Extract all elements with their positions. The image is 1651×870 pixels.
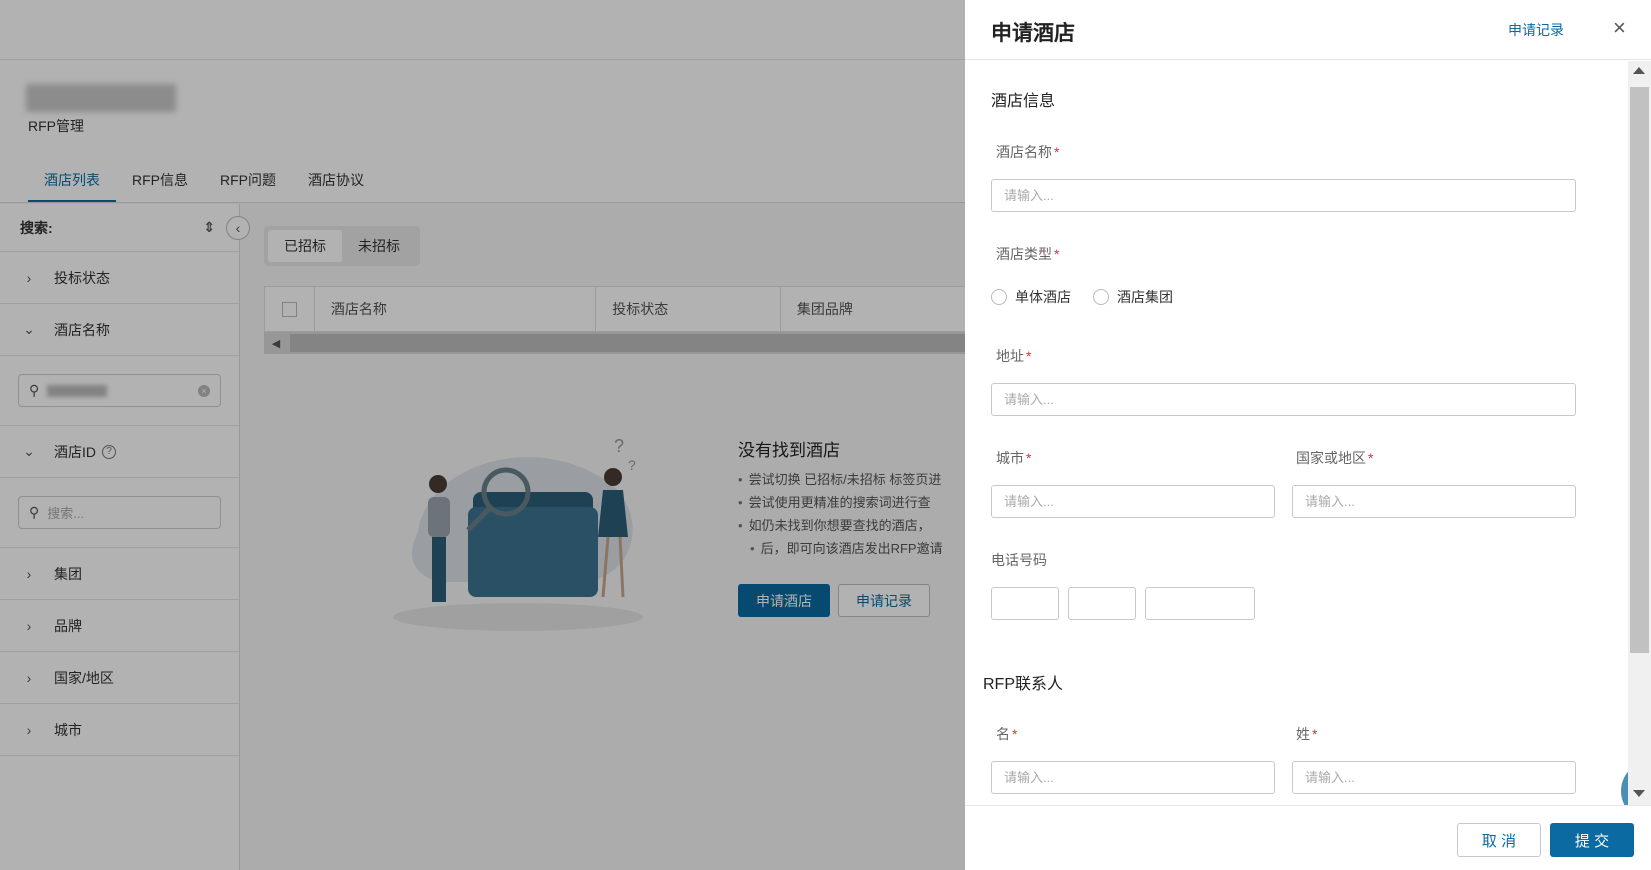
- first-name-input[interactable]: [991, 761, 1275, 794]
- apply-hotel-drawer: 申请酒店 申请记录 × 酒店信息 酒店名称* 酒店类型* 单体酒店 酒店集团 地…: [965, 0, 1651, 870]
- required-mark: *: [1012, 726, 1018, 742]
- city-label: 城市 *: [996, 448, 1031, 468]
- phone-number-input[interactable]: [1145, 587, 1255, 620]
- required-mark: *: [1026, 450, 1032, 466]
- radio-label: 单体酒店: [1015, 289, 1071, 305]
- country-input[interactable]: [1292, 485, 1576, 518]
- label-text: 国家或地区: [1296, 450, 1366, 466]
- cancel-button[interactable]: 取 消: [1457, 823, 1541, 857]
- last-name-input[interactable]: [1292, 761, 1576, 794]
- label-text: 地址: [996, 348, 1024, 364]
- radio-single-hotel[interactable]: 单体酒店: [991, 287, 1071, 307]
- label-text: 城市: [996, 450, 1024, 466]
- city-input[interactable]: [991, 485, 1275, 518]
- vertical-scrollbar[interactable]: [1628, 61, 1651, 805]
- scroll-down-icon[interactable]: [1633, 790, 1645, 797]
- submit-button[interactable]: 提 交: [1550, 823, 1634, 857]
- radio-circle[interactable]: [1093, 289, 1109, 305]
- label-text: 名: [996, 726, 1010, 742]
- hotel-info-section-title: 酒店信息: [991, 93, 1056, 110]
- country-label: 国家或地区 *: [1296, 448, 1373, 468]
- drawer-footer: 取 消 提 交: [965, 805, 1651, 870]
- application-records-link[interactable]: 申请记录: [1508, 20, 1564, 40]
- label-text: 酒店类型: [996, 246, 1052, 262]
- address-input[interactable]: [991, 383, 1576, 416]
- hotel-name-input[interactable]: [991, 179, 1576, 212]
- radio-label: 酒店集团: [1117, 289, 1173, 305]
- radio-circle[interactable]: [991, 289, 1007, 305]
- radio-hotel-group[interactable]: 酒店集团: [1093, 287, 1173, 307]
- required-mark: *: [1054, 144, 1060, 160]
- required-mark: *: [1054, 246, 1060, 262]
- label-text: 姓: [1296, 726, 1310, 742]
- address-label: 地址 *: [996, 346, 1031, 366]
- drawer-header: 申请酒店 申请记录 ×: [965, 0, 1651, 60]
- first-name-label: 名 *: [996, 724, 1017, 744]
- close-icon[interactable]: ×: [1613, 15, 1626, 41]
- phone-area-code-input[interactable]: [1068, 587, 1136, 620]
- drawer-body: 酒店信息 酒店名称* 酒店类型* 单体酒店 酒店集团 地址* 城市* 国家或地区…: [965, 61, 1651, 805]
- scroll-thumb[interactable]: [1630, 87, 1649, 653]
- hotel-name-label: 酒店名称 *: [996, 142, 1059, 162]
- required-mark: *: [1368, 450, 1374, 466]
- hotel-type-label: 酒店类型 *: [996, 244, 1059, 264]
- required-mark: *: [1312, 726, 1318, 742]
- phone-country-code-input[interactable]: [991, 587, 1059, 620]
- scroll-up-icon[interactable]: [1633, 67, 1645, 74]
- rfp-contact-section-title: RFP联系人: [983, 676, 1064, 693]
- last-name-label: 姓 *: [1296, 724, 1317, 744]
- required-mark: *: [1026, 348, 1032, 364]
- label-text: 酒店名称: [996, 144, 1052, 160]
- drawer-title: 申请酒店: [991, 22, 1075, 45]
- phone-label: 电话号码: [991, 552, 1047, 568]
